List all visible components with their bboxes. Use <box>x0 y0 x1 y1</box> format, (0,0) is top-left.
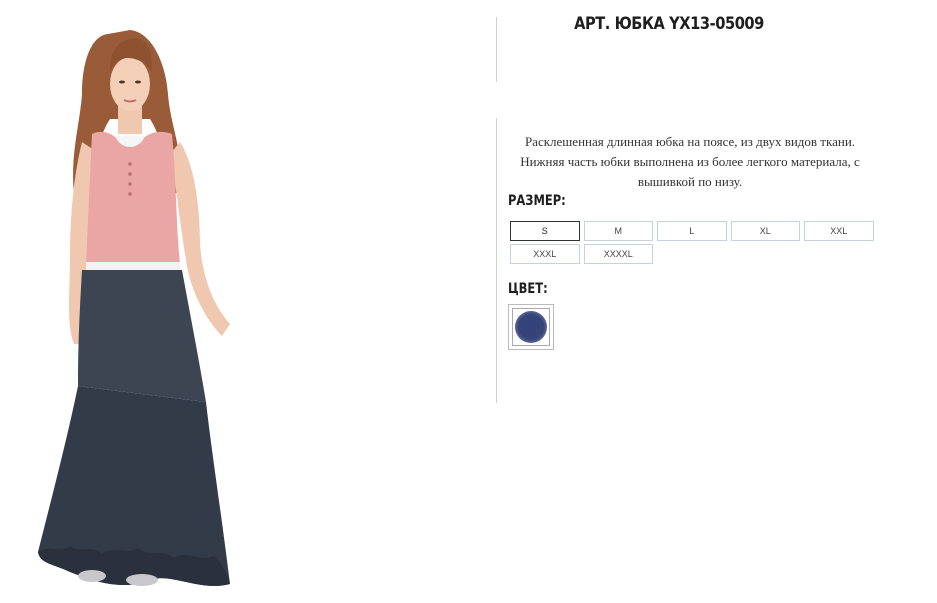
size-option-s[interactable]: S <box>510 221 580 241</box>
size-option-xxxxl[interactable]: XXXXL <box>583 244 653 264</box>
size-option-m[interactable]: M <box>583 221 653 241</box>
color-swatch-navy[interactable] <box>508 304 554 350</box>
product-photo[interactable] <box>30 24 250 602</box>
divider-bottom <box>496 118 497 403</box>
product-description: Расклешенная длинная юбка на поясе, из д… <box>520 134 860 189</box>
size-option-l[interactable]: L <box>657 221 727 241</box>
color-swatch-dot <box>515 311 547 343</box>
size-option-xxl[interactable]: XXL <box>804 221 874 241</box>
product-title: АРТ. ЮБКА YX13-05009 <box>574 14 764 34</box>
model-photo-illustration <box>38 30 230 586</box>
color-swatch-frame <box>512 308 550 346</box>
divider-top <box>496 17 497 82</box>
size-label: РАЗМЕР: <box>508 193 566 209</box>
size-option-xl[interactable]: XL <box>730 221 800 241</box>
size-option-xxxl[interactable]: XXXL <box>510 244 580 264</box>
size-options: S M L XL XXL XXXL XXXXL <box>510 221 880 264</box>
color-label: ЦВЕТ: <box>508 281 548 297</box>
